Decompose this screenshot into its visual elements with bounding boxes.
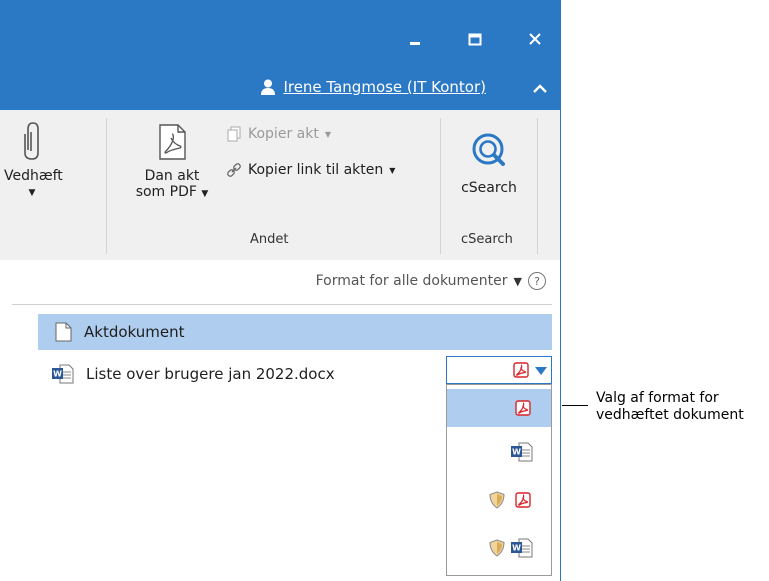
close-button[interactable] <box>520 24 550 54</box>
callout-line-1: Valg af format for <box>596 390 719 406</box>
divider <box>12 304 552 305</box>
group-label-csearch: cSearch <box>461 232 513 247</box>
attachment-format-select[interactable] <box>446 356 552 384</box>
word-document-icon: W <box>52 364 74 384</box>
group-label-other: Andet <box>250 232 289 247</box>
copy-act-label: Kopier akt <box>248 126 319 142</box>
help-icon[interactable]: ? <box>528 272 546 290</box>
copy-link-label: Kopier link til akten <box>248 162 384 178</box>
svg-text:W: W <box>53 370 62 379</box>
maximize-icon <box>468 33 482 46</box>
ribbon-separator <box>537 118 538 254</box>
copy-link-button[interactable]: Kopier link til akten ▼ <box>226 162 395 178</box>
link-icon <box>227 163 241 177</box>
copy-icon <box>227 126 241 142</box>
create-pdf-dropdown-arrow[interactable]: ▼ <box>201 189 208 199</box>
copy-act-button[interactable]: Kopier akt ▼ <box>226 126 331 142</box>
format-option-word[interactable]: W <box>447 433 551 471</box>
attach-dropdown-arrow[interactable]: ▼ <box>4 188 60 198</box>
attach-label: Vedhæft <box>4 168 63 184</box>
callout-text: Valg af format for vedhæftet dokument <box>596 390 744 424</box>
callout-line-2: vedhæftet dokument <box>596 407 744 423</box>
attach-button[interactable]: Vedhæft ▼ <box>4 120 63 198</box>
csearch-button[interactable]: cSearch <box>452 132 526 196</box>
word-document-icon: W <box>511 442 533 462</box>
pdf-icon <box>515 400 531 416</box>
user-name-link[interactable]: Irene Tangmose (IT Kontor) <box>283 78 486 96</box>
callout-line <box>562 405 588 406</box>
shield-icon <box>489 539 505 557</box>
shield-icon <box>489 491 505 509</box>
copy-link-dropdown-arrow: ▼ <box>389 165 396 175</box>
create-pdf-button[interactable]: Dan akt som PDF ▼ <box>124 124 220 200</box>
document-row-attachment[interactable]: W Liste over brugere jan 2022.docx <box>38 356 335 392</box>
paperclip-icon <box>24 122 39 160</box>
pdf-icon <box>513 362 529 378</box>
svg-text:W: W <box>512 448 521 457</box>
ribbon-separator <box>106 118 107 254</box>
format-option-secured-pdf[interactable] <box>447 481 551 519</box>
ribbon-separator <box>440 118 441 254</box>
minimize-button[interactable] <box>400 24 430 54</box>
app-window: Irene Tangmose (IT Kontor) Vedhæft ▼ Dan… <box>0 0 561 581</box>
format-option-pdf[interactable] <box>447 389 551 427</box>
title-bar: Irene Tangmose (IT Kontor) <box>0 0 560 110</box>
maximize-button[interactable] <box>460 24 490 54</box>
main-document-label: Aktdokument <box>84 323 185 341</box>
svg-text:W: W <box>512 544 521 553</box>
format-dropdown-list: W W <box>446 384 552 576</box>
chevron-down-icon[interactable] <box>535 366 547 376</box>
create-pdf-label-row: som PDF ▼ <box>124 184 220 200</box>
chevron-up-icon <box>533 84 547 93</box>
create-pdf-label-2: som PDF <box>135 184 197 200</box>
ribbon: Vedhæft ▼ Dan akt som PDF ▼ Kopier akt ▼… <box>0 110 560 260</box>
copy-act-dropdown-arrow: ▼ <box>324 129 331 139</box>
close-icon <box>529 33 541 45</box>
word-document-icon: W <box>511 538 533 558</box>
format-option-secured-word[interactable]: W <box>447 529 551 567</box>
minimize-icon <box>410 42 420 45</box>
document-row-main[interactable]: Aktdokument <box>38 314 552 350</box>
current-user[interactable]: Irene Tangmose (IT Kontor) <box>261 78 486 96</box>
format-all-dropdown-arrow[interactable]: ▼ <box>514 275 522 288</box>
pdf-icon <box>515 492 531 508</box>
format-all-documents[interactable]: Format for alle dokumenter ▼ ? <box>316 272 546 290</box>
pdf-document-icon <box>159 124 186 160</box>
csearch-icon <box>472 133 505 166</box>
create-pdf-label-1: Dan akt <box>144 168 200 184</box>
attachment-label: Liste over brugere jan 2022.docx <box>86 365 335 383</box>
csearch-label: cSearch <box>461 180 517 196</box>
collapse-ribbon-button[interactable] <box>530 78 550 98</box>
format-all-label: Format for alle dokumenter <box>315 273 508 289</box>
document-icon <box>55 322 72 342</box>
user-icon <box>261 79 276 95</box>
